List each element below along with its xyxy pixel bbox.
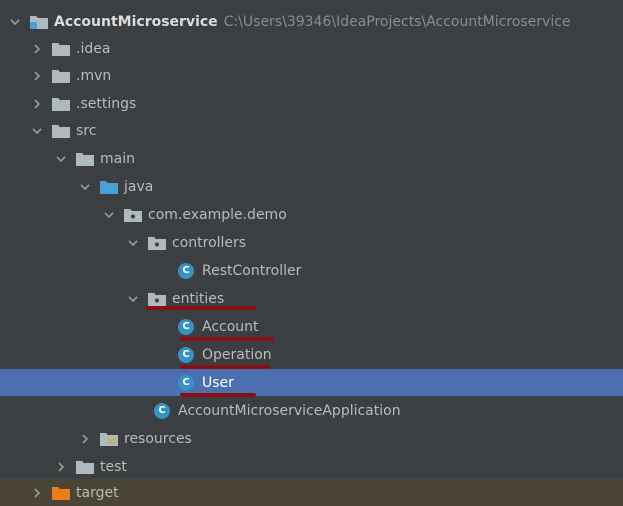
chevron-down-icon[interactable] bbox=[126, 236, 140, 250]
chevron-right-icon[interactable] bbox=[54, 460, 68, 474]
tree-row-entities[interactable]: entities bbox=[0, 285, 623, 312]
chevron-down-icon[interactable] bbox=[8, 15, 22, 29]
tree-label-settings: .settings bbox=[76, 95, 137, 112]
tree-row-user[interactable]: C User bbox=[0, 369, 623, 396]
resources-folder-icon bbox=[100, 432, 118, 446]
tree-label-account: Account bbox=[202, 318, 259, 335]
excluded-folder-icon bbox=[52, 486, 70, 500]
chevron-down-icon[interactable] bbox=[78, 180, 92, 194]
annotation-underline-account bbox=[180, 337, 274, 341]
project-path: C:\Users\39346\IdeaProjects\AccountMicro… bbox=[223, 13, 571, 30]
java-class-icon: C bbox=[178, 262, 194, 279]
chevron-right-icon[interactable] bbox=[30, 486, 44, 500]
chevron-right-icon[interactable] bbox=[30, 69, 44, 83]
folder-icon bbox=[52, 42, 70, 56]
tree-row-java[interactable]: java bbox=[0, 173, 623, 200]
tree-row-mvn[interactable]: .mvn bbox=[0, 62, 623, 89]
tree-label-target: target bbox=[76, 484, 119, 501]
tree-row-operation[interactable]: C Operation bbox=[0, 341, 623, 368]
tree-row-resources[interactable]: resources bbox=[0, 425, 623, 452]
tree-label-entities: entities bbox=[172, 290, 225, 307]
tree-row-settings[interactable]: .settings bbox=[0, 90, 623, 117]
tree-row-idea[interactable]: .idea bbox=[0, 35, 623, 62]
chevron-right-icon[interactable] bbox=[78, 432, 92, 446]
tree-label-operation: Operation bbox=[202, 346, 272, 363]
tree-label-src: src bbox=[76, 122, 97, 139]
tree-label-main: main bbox=[100, 150, 135, 167]
java-class-icon: C bbox=[178, 318, 194, 335]
tree-label-rest-controller: RestController bbox=[202, 262, 302, 279]
tree-label-mvn: .mvn bbox=[76, 67, 112, 84]
tree-label-test: test bbox=[100, 458, 127, 475]
tree-row-package[interactable]: com.example.demo bbox=[0, 201, 623, 228]
project-folder-icon bbox=[30, 15, 48, 29]
folder-icon bbox=[52, 97, 70, 111]
package-icon bbox=[124, 208, 142, 222]
folder-icon bbox=[76, 152, 94, 166]
tree-row-controllers[interactable]: controllers bbox=[0, 229, 623, 256]
tree-row-target[interactable]: target bbox=[0, 479, 623, 506]
tree-label-application: AccountMicroserviceApplication bbox=[178, 402, 401, 419]
tree-row-application[interactable]: C AccountMicroserviceApplication bbox=[0, 397, 623, 424]
chevron-right-icon[interactable] bbox=[30, 42, 44, 56]
folder-icon bbox=[52, 69, 70, 83]
package-icon bbox=[148, 292, 166, 306]
tree-row-rest-controller[interactable]: C RestController bbox=[0, 257, 623, 284]
tree-row-project-root[interactable]: AccountMicroservice C:\Users\39346\IdeaP… bbox=[0, 8, 623, 35]
chevron-down-icon[interactable] bbox=[54, 152, 68, 166]
annotation-underline-entities bbox=[146, 306, 256, 310]
package-icon bbox=[148, 236, 166, 250]
tree-row-test[interactable]: test bbox=[0, 453, 623, 480]
folder-icon bbox=[76, 460, 94, 474]
chevron-right-icon[interactable] bbox=[30, 97, 44, 111]
tree-row-main[interactable]: main bbox=[0, 145, 623, 172]
tree-label-java: java bbox=[124, 178, 154, 195]
tree-label-idea: .idea bbox=[76, 40, 111, 57]
folder-icon bbox=[52, 124, 70, 138]
annotation-underline-user bbox=[180, 393, 256, 397]
tree-label-package: com.example.demo bbox=[148, 206, 287, 223]
java-class-icon: C bbox=[178, 346, 194, 363]
spring-boot-class-icon: C bbox=[154, 402, 170, 419]
java-class-icon: C bbox=[178, 374, 194, 391]
tree-row-account[interactable]: C Account bbox=[0, 313, 623, 340]
source-folder-icon bbox=[100, 180, 118, 194]
annotation-underline-operation bbox=[180, 365, 270, 369]
chevron-down-icon[interactable] bbox=[126, 292, 140, 306]
tree-label-resources: resources bbox=[124, 430, 192, 447]
project-name: AccountMicroservice bbox=[54, 13, 218, 30]
chevron-down-icon[interactable] bbox=[30, 124, 44, 138]
tree-label-controllers: controllers bbox=[172, 234, 247, 251]
chevron-down-icon[interactable] bbox=[102, 208, 116, 222]
tree-label-user: User bbox=[202, 374, 234, 391]
tree-row-src[interactable]: src bbox=[0, 117, 623, 144]
